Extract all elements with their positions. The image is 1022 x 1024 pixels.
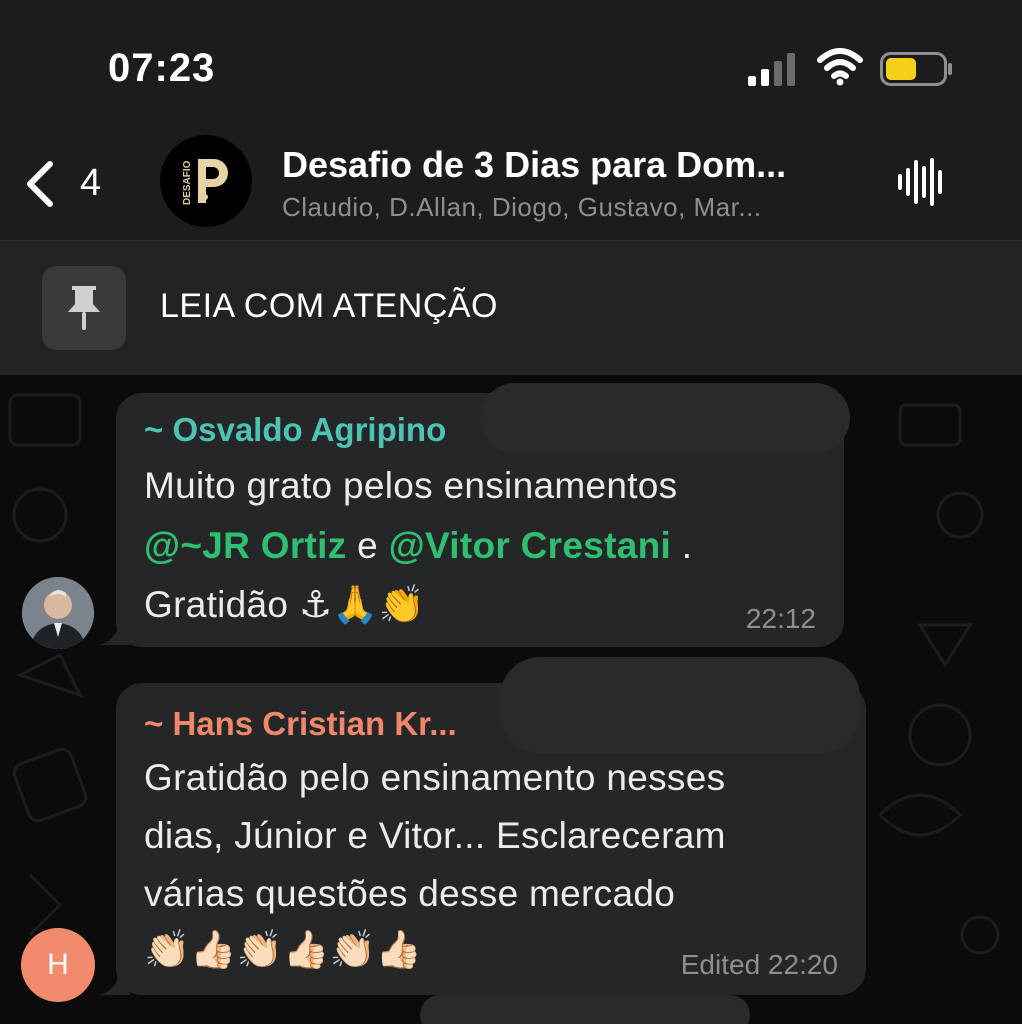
message-text-line: Gratidão ⚓🙏👏 [144,584,426,625]
message-text-line: dias, Júnior e Vitor... Esclareceram [144,815,726,856]
message-sender[interactable]: ~ Osvaldo Agripino [144,411,446,449]
person-avatar-icon [22,577,94,649]
status-time: 07:23 [108,46,216,90]
group-logo-icon: DESAFIO [182,159,228,205]
group-logo-label: DESAFIO [182,160,193,205]
redacted-phone-number [500,657,860,753]
chat-title[interactable]: Desafio de 3 Dias para Dom... [282,144,786,186]
cellular-signal-icon [748,53,795,86]
pinned-message-text: LEIA COM ATENÇÃO [160,287,499,325]
message-punctuation: . [671,525,693,566]
status-bar: 07:23 [0,0,1022,130]
message-text-line: Gratidão pelo ensinamento nesses [144,757,726,798]
message-time: Edited 22:20 [680,949,838,980]
group-avatar[interactable]: DESAFIO [160,135,252,227]
message-text-line: Muito grato pelos ensinamentos [144,465,678,506]
message-text-line: 👏🏻👍🏻👏🏻👍🏻👏🏻👍🏻 [144,929,423,970]
redacted-phone-number [480,383,850,453]
back-chevron-icon[interactable] [22,158,58,210]
message-text-line: @~JR Ortiz e @Vitor Crestani . [144,525,692,567]
sender-avatar-initial[interactable]: H [21,928,95,1002]
mention-jr-ortiz[interactable]: @~JR Ortiz [144,525,347,566]
message-text-line: várias questões desse mercado [144,873,676,914]
back-unread-count[interactable]: 4 [80,162,101,205]
voice-chat-icon[interactable] [896,156,948,208]
chat-participants[interactable]: Claudio, D.Allan, Diogo, Gustavo, Mar... [282,192,762,223]
chat-header: 4 DESAFIO Desafio de 3 Dias para Dom... … [0,130,1022,241]
mention-vitor-crestani[interactable]: @Vitor Crestani [389,525,672,566]
pinned-message-bar[interactable]: LEIA COM ATENÇÃO [0,241,1022,375]
chat-messages[interactable]: ~ Osvaldo Agripino Muito grato pelos ens… [0,375,1022,1024]
pin-icon [68,286,100,330]
redacted-next-message [420,995,750,1024]
sender-avatar-photo[interactable] [22,577,94,649]
wifi-icon [817,48,863,86]
message-connector: e [346,525,389,566]
pin-icon-box [42,266,126,350]
message-time: 22:12 [745,603,816,634]
message-sender[interactable]: ~ Hans Cristian Kr... [144,705,457,743]
battery-icon [880,52,952,86]
